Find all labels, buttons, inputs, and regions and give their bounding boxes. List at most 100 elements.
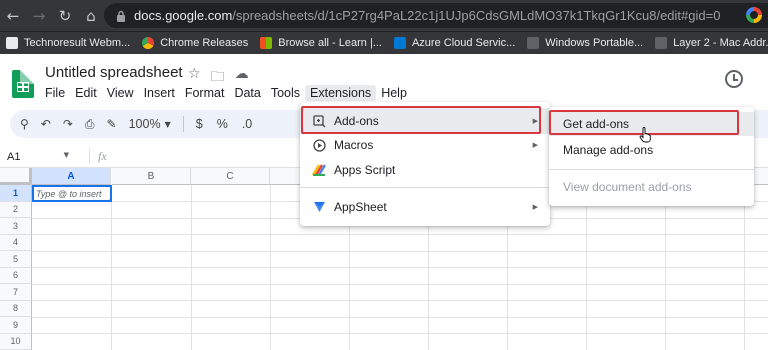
- bookmark-item[interactable]: Chrome Releases: [142, 37, 248, 49]
- column-header[interactable]: B: [112, 168, 191, 185]
- zoom-select[interactable]: 100%: [129, 117, 161, 131]
- screen: ← → ↻ ⌂ docs.google.com/spreadsheets/d/1…: [0, 0, 768, 350]
- apps-script-icon: [312, 163, 326, 177]
- grid-line: [32, 333, 768, 334]
- version-history-icon[interactable]: [725, 70, 743, 88]
- bookmark-item[interactable]: Technoresult Webm...: [6, 37, 130, 49]
- undo-icon[interactable]: ↶: [41, 117, 51, 131]
- row-header[interactable]: 5: [0, 251, 32, 268]
- google-account-icon[interactable]: [746, 7, 762, 23]
- chevron-right-icon: ▶: [532, 203, 538, 211]
- microsoft-icon: [260, 37, 273, 49]
- row-header[interactable]: 2: [0, 201, 32, 218]
- bookmark-item[interactable]: Azure Cloud Servic...: [393, 37, 516, 49]
- grid-line: [32, 250, 768, 252]
- grid-line: [744, 185, 745, 350]
- column-header[interactable]: C: [191, 168, 270, 185]
- grid-line: [32, 234, 768, 235]
- menu-item-label: Macros: [334, 138, 374, 152]
- grid-line: [111, 185, 112, 350]
- highlight-box-addons: [301, 106, 541, 134]
- menu-insert[interactable]: Insert: [139, 85, 180, 101]
- grid-line: [191, 185, 192, 350]
- menu-data[interactable]: Data: [229, 85, 265, 101]
- paint-format-icon[interactable]: ✎: [107, 117, 117, 131]
- menu-format[interactable]: Format: [180, 85, 230, 101]
- decrease-decimal-button[interactable]: .0: [242, 117, 252, 131]
- menu-item-appsheet[interactable]: AppSheet ▶: [300, 194, 550, 220]
- chevron-down-icon: ▼: [63, 150, 69, 159]
- bookmark-label: Browse all - Learn |...: [278, 37, 382, 49]
- active-cell-a1[interactable]: Type @ to insert: [32, 185, 112, 202]
- row-header[interactable]: 4: [0, 234, 32, 251]
- select-all-corner[interactable]: [0, 168, 32, 185]
- submenu-item-manage-addons[interactable]: Manage add-ons: [549, 138, 754, 162]
- grid-line: [270, 185, 271, 350]
- menu-tools[interactable]: Tools: [266, 85, 305, 101]
- name-box[interactable]: A1 ▼: [0, 151, 75, 163]
- row-header[interactable]: 9: [0, 317, 32, 334]
- fill-handle[interactable]: [108, 198, 110, 200]
- grid-line: [32, 267, 768, 268]
- bookmark-label: Windows Portable...: [545, 37, 644, 49]
- technoresult-icon: [6, 37, 18, 49]
- search-menus-icon[interactable]: ⚲: [20, 117, 29, 131]
- bookmarks-bar: Technoresult Webm... Chrome Releases Brows…: [0, 31, 768, 54]
- menu-item-macros[interactable]: Macros ▶: [300, 132, 550, 158]
- menu-view[interactable]: View: [102, 85, 139, 101]
- menu-help[interactable]: Help: [376, 85, 412, 101]
- menu-item-label: Apps Script: [334, 163, 396, 177]
- hand-cursor-icon: [639, 127, 651, 143]
- submenu-item-view-document-addons: View document add-ons: [563, 180, 692, 194]
- menu-item-apps-script[interactable]: Apps Script: [300, 157, 550, 183]
- toolbar-divider: [182, 116, 184, 132]
- url-text: docs.google.com/spreadsheets/d/1cP27rg4P…: [134, 8, 721, 23]
- bookmark-item[interactable]: Windows Portable...: [527, 37, 643, 49]
- browser-toolbar: ← → ↻ ⌂ docs.google.com/spreadsheets/d/1…: [0, 0, 768, 31]
- menu-divider: [549, 169, 754, 170]
- forward-arrow-icon[interactable]: →: [26, 0, 52, 31]
- grid-line: [32, 300, 768, 301]
- row-header[interactable]: 10: [0, 333, 32, 350]
- reload-icon[interactable]: ↻: [52, 0, 78, 31]
- menu-item-label: AppSheet: [334, 200, 387, 214]
- percent-format-button[interactable]: %: [217, 117, 228, 131]
- menu-extensions[interactable]: Extensions: [305, 85, 377, 101]
- grid-line: [32, 283, 768, 285]
- print-icon[interactable]: ⎙: [85, 117, 95, 132]
- cisco-icon: [655, 37, 668, 49]
- address-bar[interactable]: docs.google.com/spreadsheets/d/1cP27rg4P…: [104, 3, 768, 28]
- column-header[interactable]: A: [32, 168, 111, 185]
- appsheet-icon: [312, 200, 326, 214]
- row-header[interactable]: 6: [0, 267, 32, 284]
- cell-placeholder: Type @ to insert: [36, 189, 102, 199]
- grid-line: [586, 185, 587, 350]
- home-icon[interactable]: ⌂: [78, 0, 104, 31]
- bookmark-item[interactable]: Layer 2 - Mac Addr...: [655, 37, 768, 49]
- row-header[interactable]: 3: [0, 218, 32, 235]
- bookmark-item[interactable]: Browse all - Learn |...: [260, 37, 382, 49]
- menu-bar: File Edit View Insert Format Data Tools Extensi…: [40, 84, 412, 102]
- bookmark-label: Technoresult Webm...: [24, 37, 131, 49]
- chrome-icon: [142, 37, 155, 49]
- fx-icon: fx: [89, 149, 107, 164]
- chevron-right-icon: ▶: [532, 141, 538, 149]
- row-header[interactable]: 7: [0, 284, 32, 301]
- chevron-down-icon[interactable]: ▼: [165, 120, 171, 129]
- redo-icon[interactable]: ↷: [63, 117, 73, 131]
- sheets-logo-icon[interactable]: [12, 70, 34, 98]
- bookmark-label: Chrome Releases: [160, 37, 249, 49]
- grid-line: [32, 316, 768, 318]
- menu-file[interactable]: File: [40, 85, 70, 101]
- menu-divider: [300, 187, 550, 188]
- row-header[interactable]: 1: [0, 185, 32, 202]
- currency-format-button[interactable]: $: [196, 117, 203, 131]
- row-header[interactable]: 8: [0, 300, 32, 317]
- back-arrow-icon[interactable]: ←: [0, 0, 26, 31]
- document-title[interactable]: Untitled spreadsheet: [45, 64, 183, 81]
- bookmark-label: Azure Cloud Servic...: [411, 37, 516, 49]
- menu-edit[interactable]: Edit: [70, 85, 102, 101]
- lock-icon: [117, 10, 125, 22]
- macros-icon: [312, 138, 326, 152]
- portable-icon: [527, 37, 540, 49]
